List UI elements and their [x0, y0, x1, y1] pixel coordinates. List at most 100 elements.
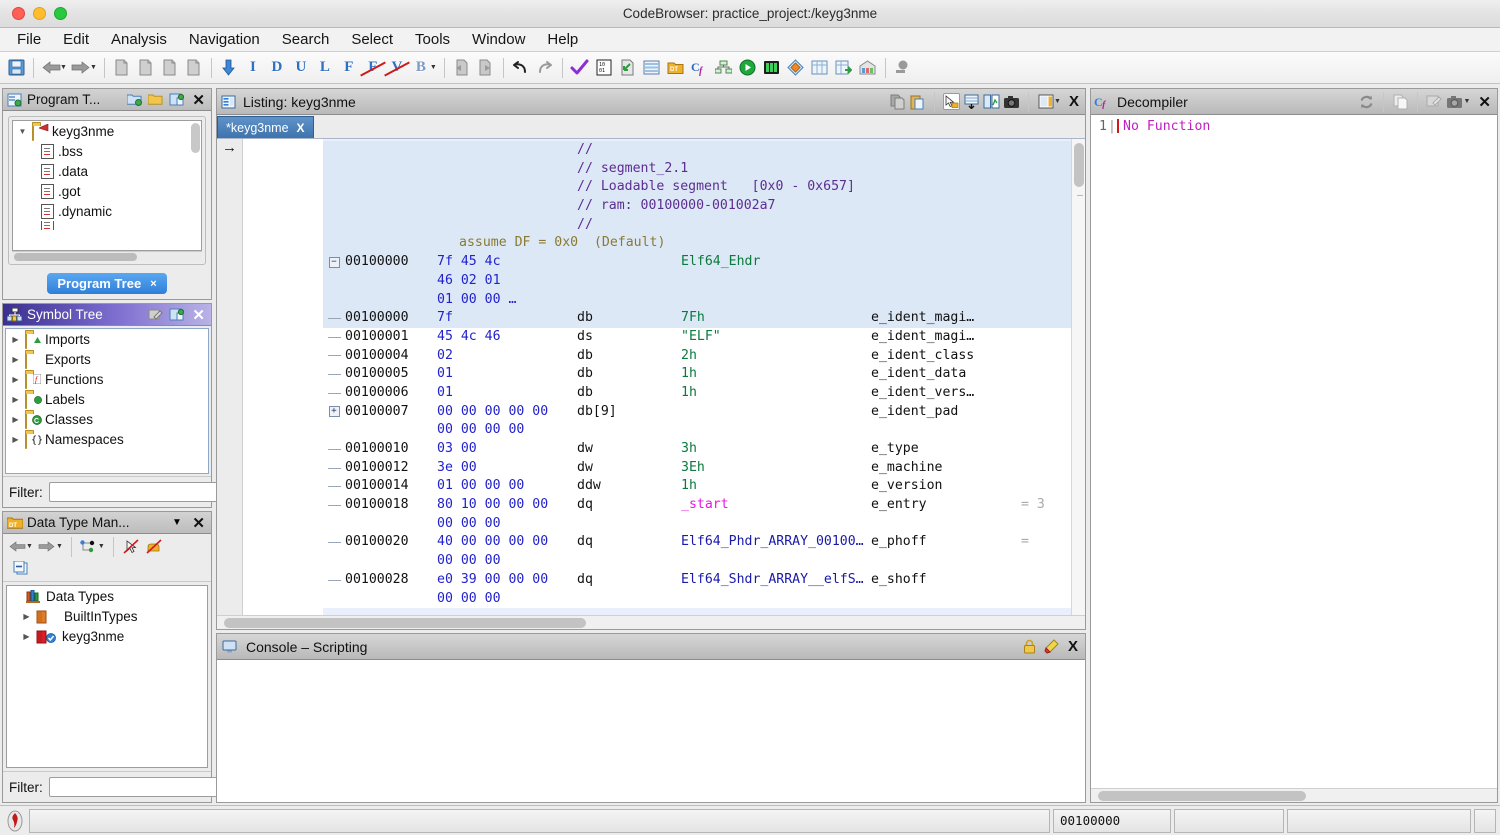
filter-tree-icon[interactable] [78, 536, 100, 557]
function-icon[interactable]: F [337, 56, 361, 80]
table-icon[interactable] [808, 56, 832, 80]
diff-prev-icon[interactable] [450, 56, 474, 80]
listing-row[interactable]: 00100020 40 00 00 00 00 dq Elf64_Phdr_ARRAY… [323, 533, 1085, 553]
snapshot-down-icon[interactable] [963, 93, 980, 110]
dropdown-caret-icon[interactable]: ▼ [1054, 98, 1061, 105]
dropdown-caret-icon[interactable]: ▼ [1463, 98, 1470, 105]
decompiler-hscrollbar[interactable] [1091, 788, 1497, 802]
listing-row[interactable]: 00 00 00 00 [323, 421, 1085, 440]
program-tree-node-data[interactable]: .data [13, 161, 201, 181]
data-type-item-keyg3nme[interactable]: ▶ keyg3nme [7, 626, 207, 646]
symbol-tree-item-exports[interactable]: ▶ Exports [6, 349, 208, 369]
listing-row[interactable]: 00100010 03 00 dw 3h e_type [323, 440, 1085, 459]
copy-icon[interactable] [889, 93, 906, 110]
expand-caret-icon[interactable]: ▶ [10, 415, 21, 424]
collapse-caret-icon[interactable]: ▼ [17, 127, 28, 136]
function-graph-icon[interactable] [712, 56, 736, 80]
program-tree-node-dynamic[interactable]: .dynamic [13, 201, 201, 221]
expand-caret-icon[interactable]: ▶ [21, 612, 32, 621]
data-type-tree-view[interactable]: Data Types ▶ BuiltInTypes ▶ keyg3nme [6, 585, 208, 768]
new-folder-icon[interactable] [126, 91, 143, 108]
program-tree-node-bss[interactable]: .bss [13, 141, 201, 161]
no-hand-icon[interactable] [143, 536, 165, 557]
clear-variable-icon[interactable]: V [385, 56, 409, 80]
listing-row[interactable]: 00100012 3e 00 dw 3Eh e_machine [323, 458, 1085, 478]
collapse-all-icon[interactable] [10, 558, 32, 579]
memory-map-icon[interactable] [640, 56, 664, 80]
listing-code-area[interactable]: // // segment_2.1 // Loadable segment [0x0… [323, 139, 1085, 615]
back-arrow-icon[interactable] [6, 536, 28, 557]
symbol-tree-close-button[interactable]: ✕ [189, 306, 208, 324]
diff-next-icon[interactable] [474, 56, 498, 80]
symbol-tree-item-imports[interactable]: ▶ Imports [6, 329, 208, 349]
archive-icon[interactable] [856, 56, 880, 80]
menu-navigation[interactable]: Navigation [178, 29, 271, 51]
snapshot-icon-2[interactable] [134, 56, 158, 80]
redo-icon[interactable] [533, 56, 557, 80]
menu-select[interactable]: Select [340, 29, 404, 51]
program-tree-root[interactable]: ▼ keyg3nme [13, 121, 201, 141]
diff-view-icon[interactable] [983, 93, 1000, 110]
data-type-manager-icon[interactable]: DT [664, 56, 688, 80]
down-arrow-icon[interactable] [217, 56, 241, 80]
tab-keyg3nme-close[interactable]: X [297, 121, 305, 135]
select-cursor-icon[interactable] [943, 93, 961, 110]
listing-row[interactable]: // Loadable segment [0x0 - 0x657] [323, 178, 1085, 198]
listing-vscrollbar[interactable]: — [1071, 139, 1085, 615]
diamond-icon[interactable] [784, 56, 808, 80]
table-export-icon[interactable] [832, 56, 856, 80]
listing-row[interactable]: 00100001 45 4c 46 ds "ELF" e_ident_magi… [323, 327, 1085, 347]
listing-row[interactable]: 00100006 01 db 1h e_ident_vers… [323, 383, 1085, 403]
symbol-tree-filter-input[interactable] [48, 482, 232, 502]
program-tree-node-partial[interactable] [13, 221, 201, 230]
console-output[interactable] [217, 660, 1085, 802]
symbol-tree-item-namespaces[interactable]: ▶ {} Namespaces [6, 429, 208, 449]
script-manager-icon[interactable] [760, 56, 784, 80]
listing-value[interactable]: _start [681, 496, 871, 515]
open-folder-icon[interactable] [147, 91, 164, 108]
listing-row[interactable]: 00100005 01 db 1h e_ident_data [323, 365, 1085, 384]
tab-program-tree-close[interactable]: × [150, 278, 156, 290]
expand-caret-icon[interactable]: ▶ [10, 395, 21, 404]
menu-window[interactable]: Window [461, 29, 536, 51]
listing-row[interactable]: // ram: 00100000-001002a7 [323, 197, 1085, 216]
expand-caret-icon[interactable]: ▶ [10, 355, 21, 364]
edit-icon[interactable] [147, 306, 164, 323]
listing-row[interactable]: −00100000 7f 45 4c Elf64_Ehdr [323, 253, 1085, 272]
menu-edit[interactable]: Edit [52, 29, 100, 51]
listing-row[interactable]: 00100014 01 00 00 00 ddw 1h e_version [323, 477, 1085, 497]
program-tree-vscrollbar[interactable] [191, 123, 200, 153]
listing-row[interactable]: 00100000 7f db 7Fh e_ident_magi… [323, 309, 1085, 328]
tab-keyg3nme[interactable]: *keyg3nme X [217, 116, 314, 138]
listing-row[interactable]: 01 00 00 … [323, 290, 1085, 310]
listing-row[interactable]: assume DF = 0x0 (Default) [323, 234, 1085, 254]
symbol-tree-item-functions[interactable]: ▶ f Functions [6, 369, 208, 389]
layout-icon[interactable] [1037, 93, 1054, 110]
edit-icon[interactable] [1426, 93, 1443, 110]
listing-hscrollbar[interactable] [217, 615, 1085, 629]
paste-icon[interactable] [168, 91, 185, 108]
menu-analysis[interactable]: Analysis [100, 29, 178, 51]
data-type-manager-close-button[interactable]: ✕ [189, 514, 208, 532]
symbol-tree-item-labels[interactable]: ▶ Labels [6, 389, 208, 409]
program-tree-close-button[interactable]: ✕ [189, 91, 208, 109]
menu-search[interactable]: Search [271, 29, 341, 51]
lock-icon[interactable] [1021, 638, 1038, 655]
expand-toggle-icon[interactable]: + [323, 406, 345, 418]
symbol-tree-item-classes[interactable]: ▶ C Classes [6, 409, 208, 429]
listing-row[interactable]: // [323, 215, 1085, 235]
ghidra-dragon-icon[interactable] [4, 810, 26, 832]
collapse-toggle-icon[interactable]: − [323, 256, 345, 268]
forward-arrow-icon[interactable] [36, 536, 58, 557]
menu-tools[interactable]: Tools [404, 29, 461, 51]
listing-row[interactable]: 00 00 00 [323, 514, 1085, 534]
listing-row[interactable]: 00100018 80 10 00 00 00 dq _start e_entry = 3 [323, 496, 1085, 515]
menu-help[interactable]: Help [536, 29, 589, 51]
listing-value[interactable]: Elf64_Phdr_ARRAY_00100… [681, 533, 871, 552]
expand-caret-icon[interactable]: ▶ [10, 375, 21, 384]
listing-value[interactable]: Elf64_Shdr_ARRAY__elfS… [681, 571, 871, 590]
copy-icon[interactable] [1392, 93, 1409, 110]
data-type-filter-input[interactable] [48, 777, 232, 797]
data-type-root[interactable]: Data Types [7, 586, 207, 606]
undefine-icon[interactable]: U [289, 56, 313, 80]
